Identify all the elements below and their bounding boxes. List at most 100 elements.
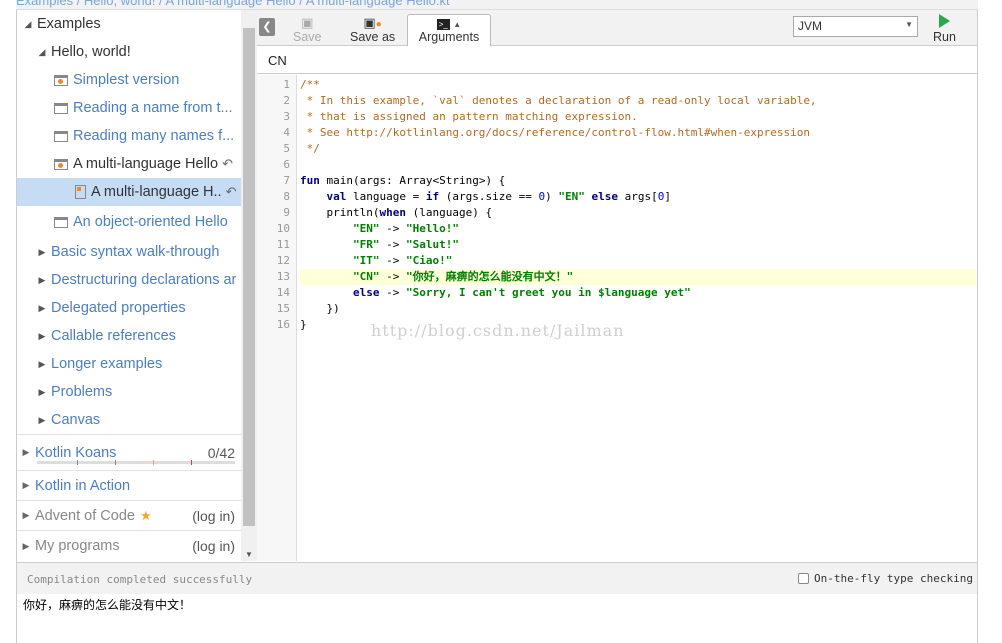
revert-icon[interactable]: ↶ (222, 156, 233, 172)
expanded-arrow-icon[interactable]: ◢ (37, 47, 47, 57)
section-label: Kotlin in Action (35, 477, 131, 494)
code-line[interactable]: "EN" -> "Hello!" (300, 221, 976, 237)
scrollbar-thumb[interactable] (243, 28, 255, 526)
tree-label: A multi-language H.. (91, 184, 222, 200)
tree-basic-syntax[interactable]: ▶ Basic syntax walk-through (17, 238, 241, 266)
line-number: 11 (276, 238, 290, 251)
tree-label: Reading many names f... (73, 128, 235, 144)
code-line[interactable]: "IT" -> "Ciao!" (300, 253, 976, 269)
tree-hello-world[interactable]: ◢ Hello, world! (17, 38, 241, 66)
tree-problems[interactable]: ▶ Problems (17, 378, 241, 406)
code-line[interactable]: else -> "Sorry, I can't greet you in $la… (300, 285, 976, 301)
line-number: 4 (283, 126, 290, 139)
code-line[interactable]: "CN" -> "你好，麻痹的怎么能没有中文！" (300, 269, 976, 285)
tree-delegated[interactable]: ▶ Delegated properties (17, 294, 241, 322)
collapsed-arrow-icon[interactable]: ▶ (17, 541, 35, 552)
arguments-value: CN (268, 53, 287, 68)
sidebar-scrollbar[interactable]: ▼ (241, 10, 257, 561)
collapsed-arrow-icon[interactable]: ▶ (37, 331, 47, 341)
line-number: 15 (276, 302, 290, 315)
collapsed-arrow-icon[interactable]: ▶ (37, 415, 47, 425)
code-line[interactable]: println(when (language) { (300, 205, 976, 221)
collapsed-arrow-icon[interactable]: ▶ (37, 275, 47, 285)
tree-multi-language-hello[interactable]: A multi-language Hello ↶ (17, 150, 241, 178)
console-output-text: 你好，麻痹的怎么能没有中文！ (23, 598, 192, 612)
save-label: Save (293, 30, 322, 44)
tree-simplest-version[interactable]: Simplest version (17, 66, 241, 94)
code-line[interactable]: * See http://kotlinlang.org/docs/referen… (300, 125, 976, 141)
section-kotlin-koans[interactable]: ▶ Kotlin Koans 0/42 (17, 434, 241, 470)
checkbox-icon[interactable] (798, 573, 810, 584)
star-icon: ★ (139, 507, 152, 523)
on-the-fly-label: On-the-fly type checking (814, 572, 973, 585)
breadcrumb-text: Examples / Hello, world! / A multi-langu… (16, 0, 450, 8)
tree-longer-examples[interactable]: ▶ Longer examples (17, 350, 241, 378)
tree-file-multi-language-hello[interactable]: A multi-language H.. ↶ (17, 178, 241, 206)
collapsed-arrow-icon[interactable]: ▶ (17, 510, 35, 521)
collapsed-arrow-icon[interactable]: ▶ (17, 480, 35, 491)
collapsed-arrow-icon[interactable]: ▶ (37, 359, 47, 369)
code-line[interactable] (300, 157, 976, 173)
tree-label: Destructuring declarations ar (51, 272, 237, 288)
tree-examples[interactable]: ◢ Examples (17, 10, 241, 38)
target-select[interactable]: JVM ▼ (793, 16, 918, 37)
code-line[interactable]: /** (300, 77, 976, 93)
scroll-down-icon[interactable]: ▼ (245, 550, 253, 559)
collapsed-arrow-icon[interactable]: ▶ (37, 303, 47, 313)
play-icon (938, 14, 950, 28)
save-as-label: Save as (350, 30, 396, 44)
line-number: 16 (276, 318, 290, 331)
line-number: 6 (283, 158, 290, 171)
code-line[interactable]: }) (300, 301, 976, 317)
code-line[interactable]: * In this example, `val` denotes a decla… (300, 93, 976, 109)
run-button[interactable]: Run (933, 14, 956, 44)
collapsed-arrow-icon[interactable]: ▶ (37, 387, 47, 397)
code-line[interactable]: * that is assigned an pattern matching e… (300, 109, 976, 125)
login-link[interactable]: (log in) (192, 508, 235, 524)
program-arguments-input[interactable]: CN (257, 46, 977, 74)
save-as-button[interactable]: ▣● Save as (350, 15, 395, 44)
frame-border-right (977, 10, 978, 643)
sidebar: ◢ Examples ◢ Hello, world! Simplest vers… (17, 10, 241, 561)
breadcrumb: Examples / Hello, world! / A multi-langu… (16, 0, 978, 10)
tree-reading-many-names[interactable]: Reading many names f... (17, 122, 241, 150)
tree-label: Canvas (51, 412, 101, 428)
section-my-programs[interactable]: ▶ My programs (log in) (17, 530, 241, 561)
tree-label: An object-oriented Hello (73, 214, 228, 230)
collapse-sidebar-button[interactable]: ❮ (259, 18, 275, 36)
code-editor[interactable]: 1 2 3 4 5 6 7 8 9 10 11 12 13 14 15 16 /… (257, 75, 977, 561)
section-kotlin-in-action[interactable]: ▶ Kotlin in Action (17, 470, 241, 500)
line-number: 14 (276, 286, 290, 299)
collapsed-arrow-icon[interactable]: ▶ (17, 447, 35, 458)
watermark-text: http://blog.csdn.net/Jailman (371, 321, 625, 340)
save-button[interactable]: ▣ Save (293, 15, 322, 44)
code-line[interactable]: fun main(args: Array<String>) { (300, 173, 976, 189)
line-number: 10 (276, 222, 290, 235)
code-line[interactable]: val language = if (args.size == 0) "EN" … (300, 189, 976, 205)
floppy-plus-icon: ▣● (363, 15, 382, 30)
on-the-fly-checkbox[interactable]: On-the-fly type checking (798, 572, 973, 585)
revert-icon[interactable]: ↶ (226, 184, 237, 200)
expanded-arrow-icon[interactable]: ◢ (23, 19, 33, 29)
line-number-gutter: 1 2 3 4 5 6 7 8 9 10 11 12 13 14 15 16 (257, 75, 297, 561)
tree-label: Reading a name from t... (73, 100, 233, 116)
tree-canvas[interactable]: ▶ Canvas (17, 406, 241, 434)
tree-reading-a-name[interactable]: Reading a name from t... (17, 94, 241, 122)
folder-icon (54, 130, 68, 142)
arguments-tab[interactable]: >_ ▲ Arguments (407, 14, 491, 47)
console-status-bar: Compilation completed successfully On-th… (17, 562, 977, 594)
tree-destructuring[interactable]: ▶ Destructuring declarations ar (17, 266, 241, 294)
tree-label: Callable references (51, 328, 176, 344)
tree-label: Examples (37, 16, 101, 32)
login-link[interactable]: (log in) (192, 538, 235, 554)
tree-label: Longer examples (51, 356, 163, 372)
line-number: 5 (283, 142, 290, 155)
runnable-folder-icon (54, 158, 68, 170)
tree-object-oriented-hello[interactable]: An object-oriented Hello (17, 208, 241, 236)
section-advent-of-code[interactable]: ▶ Advent of Code ★ (log in) (17, 500, 241, 530)
collapsed-arrow-icon[interactable]: ▶ (37, 247, 47, 257)
code-line[interactable]: */ (300, 141, 976, 157)
chevron-down-icon: ▼ (905, 20, 913, 29)
tree-callable[interactable]: ▶ Callable references (17, 322, 241, 350)
code-line[interactable]: "FR" -> "Salut!" (300, 237, 976, 253)
